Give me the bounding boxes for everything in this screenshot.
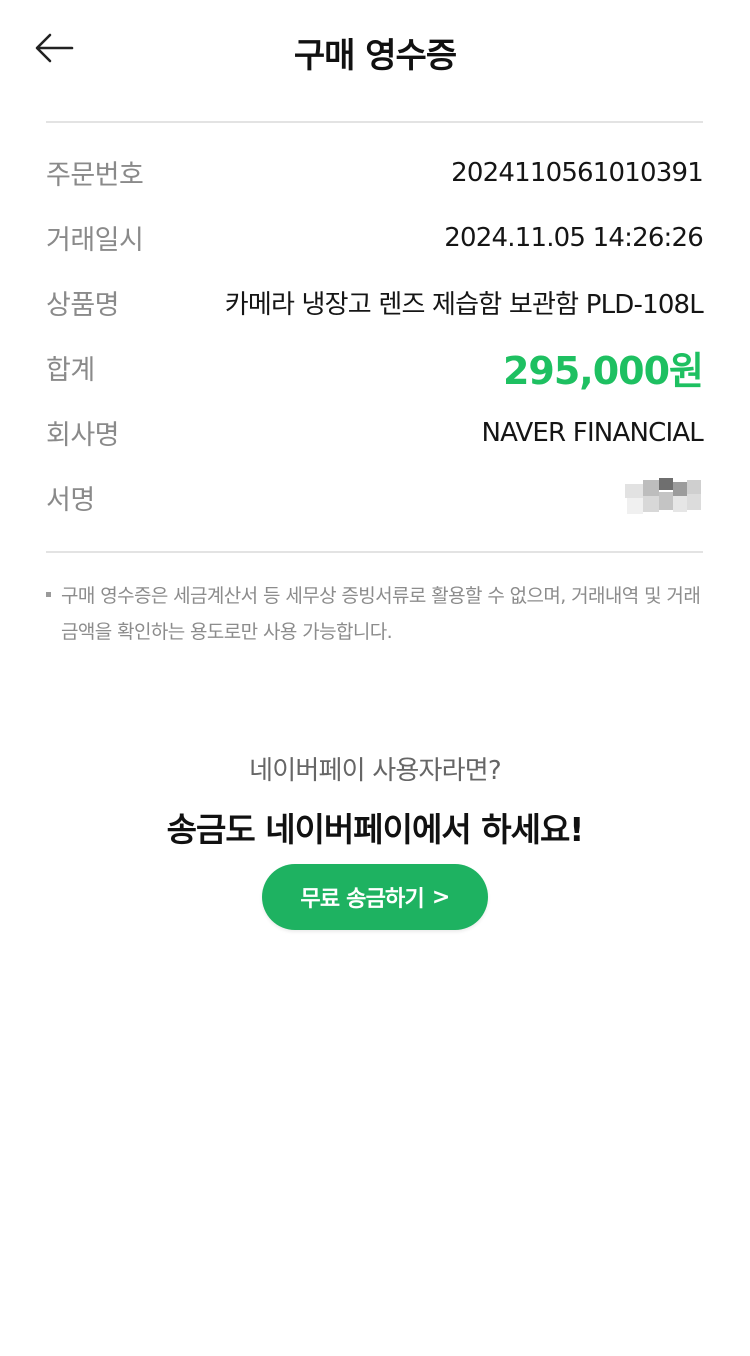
notice-text: 구매 영수증은 세금계산서 등 세무상 증빙서류로 활용할 수 없으며, 거래내… bbox=[61, 585, 701, 643]
company-name-label: 회사명 bbox=[46, 420, 120, 451]
signature-label: 서명 bbox=[46, 485, 95, 516]
page-title: 구매 영수증 bbox=[293, 36, 457, 76]
order-number-label: 주문번호 bbox=[46, 160, 144, 191]
bullet-icon bbox=[46, 592, 51, 597]
divider bbox=[46, 551, 703, 553]
product-name-row: 상품명 카메라 냉장고 렌즈 제습함 보관함 PLD-108L bbox=[46, 270, 704, 335]
signature-image bbox=[623, 477, 703, 518]
transaction-date-label: 거래일시 bbox=[46, 225, 144, 256]
divider bbox=[46, 121, 703, 123]
header: 구매 영수증 bbox=[0, 0, 750, 100]
total-row: 합계 295,000원 bbox=[46, 335, 704, 400]
order-number-value: 2024110561010391 bbox=[451, 157, 704, 188]
company-name-value: NAVER FINANCIAL bbox=[481, 417, 703, 448]
promo-subtitle: 네이버페이 사용자라면? bbox=[249, 756, 501, 786]
promo-headline: 송금도 네이버페이에서 하세요! bbox=[166, 810, 585, 849]
free-transfer-label: 무료 송금하기 bbox=[300, 887, 424, 912]
transaction-date-row: 거래일시 2024.11.05 14:26:26 bbox=[46, 205, 704, 270]
free-transfer-button[interactable]: 무료 송금하기 > bbox=[262, 864, 488, 930]
signature-row: 서명 bbox=[46, 465, 703, 530]
chevron-right-icon: > bbox=[431, 884, 450, 910]
product-name-label: 상품명 bbox=[46, 290, 120, 321]
company-name-row: 회사명 NAVER FINANCIAL bbox=[46, 400, 704, 465]
transaction-date-value: 2024.11.05 14:26:26 bbox=[444, 222, 704, 253]
receipt-screen: 구매 영수증 주문번호 2024110561010391 거래일시 2024.1… bbox=[0, 0, 750, 1356]
receipt-details: 주문번호 2024110561010391 거래일시 2024.11.05 14… bbox=[46, 140, 704, 530]
product-name-value: 카메라 냉장고 렌즈 제습함 보관함 PLD-108L bbox=[224, 290, 704, 320]
total-amount: 295,000원 bbox=[502, 349, 704, 393]
receipt-notice: 구매 영수증은 세금계산서 등 세무상 증빙서류로 활용할 수 없으며, 거래내… bbox=[46, 578, 706, 650]
total-label: 합계 bbox=[46, 355, 95, 386]
order-number-row: 주문번호 2024110561010391 bbox=[46, 140, 704, 205]
